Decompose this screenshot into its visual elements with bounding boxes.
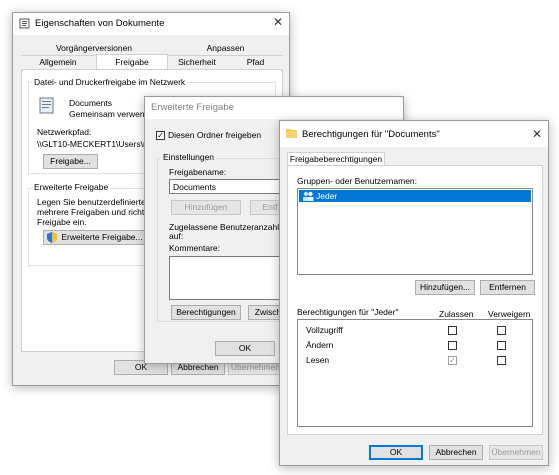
settings-caption: Einstellungen xyxy=(161,152,217,162)
list-item-jeder[interactable]: Jeder xyxy=(299,190,531,202)
tab-anpassen[interactable]: Anpassen xyxy=(168,43,283,54)
network-path-value: \\GLT10-MECKERT1\Users\m xyxy=(37,139,151,149)
group-user-names-label: Gruppen- oder Benutzernamen: xyxy=(297,176,418,186)
user-limit-label-2: auf: xyxy=(169,231,184,241)
folder-properties-icon xyxy=(19,18,30,31)
tab-sicherheit[interactable]: Sicherheit xyxy=(167,57,227,68)
allow-column-header: Zulassen xyxy=(439,309,474,319)
deny-read-checkbox[interactable] xyxy=(497,356,506,365)
permission-name: Vollzugriff xyxy=(306,325,343,335)
uac-shield-icon xyxy=(47,232,57,244)
allow-change-checkbox[interactable] xyxy=(448,341,457,350)
permissions-button[interactable]: Berechtigungen xyxy=(171,305,241,320)
permissions-close-icon[interactable]: ✕ xyxy=(532,127,542,141)
advanced-sharing-text-1: Legen Sie benutzerdefinierte Be xyxy=(37,197,159,207)
permission-name: Ändern xyxy=(306,340,334,350)
shared-folder-icon xyxy=(38,97,56,117)
permissions-for-label: Berechtigungen für "Jeder" xyxy=(297,307,399,317)
share-folder-label: Diesen Ordner freigeben xyxy=(168,130,262,140)
share-button[interactable]: Freigabe... xyxy=(43,154,98,169)
properties-close-icon[interactable]: ✕ xyxy=(273,15,283,29)
allow-fullcontrol-checkbox[interactable] xyxy=(448,326,457,335)
folder-name: Documents xyxy=(69,98,112,108)
network-sharing-caption: Datei- und Druckerfreigabe im Netzwerk xyxy=(32,77,188,87)
permissions-remove-button[interactable]: Entfernen xyxy=(480,280,535,295)
share-folder-checkbox[interactable]: ✓ xyxy=(156,131,165,140)
permissions-cancel-button[interactable]: Abbrechen xyxy=(429,445,483,460)
properties-title: Eigenschaften von Dokumente xyxy=(35,18,165,29)
group-user-list[interactable]: Jeder xyxy=(297,188,533,275)
properties-titlebar[interactable]: Eigenschaften von Dokumente ✕ xyxy=(13,13,289,35)
users-group-icon xyxy=(302,191,314,203)
permission-row: Lesen ✓ xyxy=(298,355,532,367)
tab-freigabe[interactable]: Freigabe xyxy=(96,54,168,70)
network-path-label: Netzwerkpfad: xyxy=(37,127,92,137)
permission-row: Ändern xyxy=(298,340,532,352)
advanced-sharing-caption: Erweiterte Freigabe xyxy=(32,182,111,192)
allow-read-checkbox[interactable]: ✓ xyxy=(448,356,457,365)
tab-pfad[interactable]: Pfad xyxy=(228,57,283,68)
permissions-tab-panel: Gruppen- oder Benutzernamen: Jeder Hinzu… xyxy=(287,165,543,435)
deny-column-header: Verweigern xyxy=(488,309,531,319)
advanced-sharing-title: Erweiterte Freigabe xyxy=(151,102,234,113)
permissions-ok-button[interactable]: OK xyxy=(369,445,423,460)
tab-vorgaengerversionen[interactable]: Vorgängerversionen xyxy=(21,43,167,54)
tab-allgemein[interactable]: Allgemein xyxy=(21,57,95,68)
advanced-sharing-titlebar[interactable]: Erweiterte Freigabe xyxy=(145,97,403,119)
folder-icon xyxy=(286,128,297,140)
advanced-sharing-button[interactable]: Erweiterte Freigabe... xyxy=(43,230,151,245)
user-limit-label-1: Zugelassene Benutzeranzahl ei xyxy=(169,222,289,232)
permission-row: Vollzugriff xyxy=(298,325,532,337)
advanced-sharing-ok-button[interactable]: OK xyxy=(215,341,275,356)
permissions-apply-button[interactable]: Übernehmen xyxy=(489,445,543,460)
permissions-title: Berechtigungen für "Documents" xyxy=(302,129,440,140)
deny-change-checkbox[interactable] xyxy=(497,341,506,350)
share-add-button[interactable]: Hinzufügen xyxy=(171,200,241,215)
permissions-table: Vollzugriff Ändern Lesen ✓ xyxy=(297,319,533,427)
permissions-window: Berechtigungen für "Documents" ✕ Freigab… xyxy=(279,120,549,466)
deny-fullcontrol-checkbox[interactable] xyxy=(497,326,506,335)
permissions-add-button[interactable]: Hinzufügen... xyxy=(415,280,475,295)
share-name-label: Freigabename: xyxy=(169,167,227,177)
permissions-titlebar[interactable]: Berechtigungen für "Documents" ✕ xyxy=(280,121,548,147)
advanced-sharing-text-3: Freigabe ein. xyxy=(37,217,87,227)
permission-name: Lesen xyxy=(306,355,330,365)
comments-label: Kommentare: xyxy=(169,243,221,253)
tab-freigabeberechtigungen[interactable]: Freigabeberechtigungen xyxy=(287,152,385,166)
